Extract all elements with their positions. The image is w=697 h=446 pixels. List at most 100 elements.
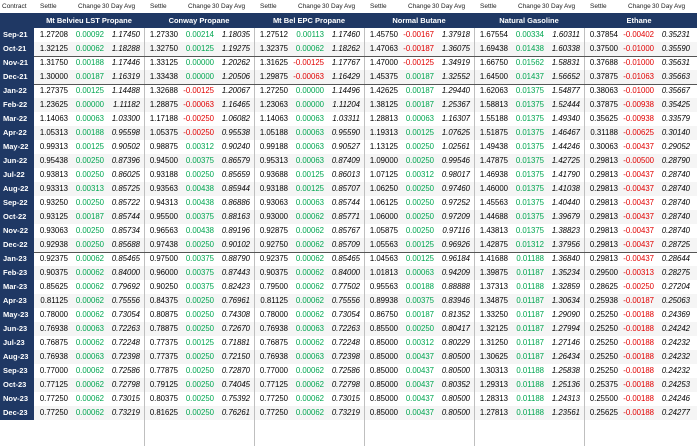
change-value: -0.00188	[623, 394, 654, 403]
avg-value: 1.20506	[221, 72, 250, 81]
avg-value: 0.24253	[661, 380, 690, 389]
change-value: 0.01187	[516, 268, 544, 277]
avg-value: 0.85709	[331, 240, 360, 249]
settle-value: 1.32125	[479, 324, 508, 333]
change-value: 0.00375	[185, 268, 214, 277]
product-header: Mt Bel EPC Propane	[272, 16, 346, 25]
contract-month: May-22	[0, 140, 34, 154]
avg-value: 1.18262	[331, 44, 360, 53]
change-value: 0.00250	[185, 394, 214, 403]
header-30day-avg: 30 Day Avg	[542, 3, 576, 10]
change-value: 0.00375	[185, 156, 214, 165]
price-table: Contract Settle Change 30 Day Avg Settle Chan…	[0, 0, 697, 446]
settle-value: 1.42875	[479, 240, 508, 249]
settle-value: 0.76875	[39, 338, 68, 347]
contract-month: Sep-22	[0, 196, 34, 210]
settle-value: 1.51875	[479, 128, 508, 137]
avg-value: 1.25367	[441, 100, 470, 109]
change-value: 0.00063	[295, 128, 324, 137]
settle-value: 1.07125	[369, 170, 398, 179]
settle-value: 0.92750	[259, 240, 288, 249]
avg-value: 0.27204	[661, 282, 690, 291]
change-value: 0.00312	[405, 170, 434, 179]
settle-value: 1.01813	[369, 268, 398, 277]
table-row: Nov-21 1.31750 0.00188 1.17446 1.33125 0.0000…	[0, 56, 697, 70]
settle-value: 0.98875	[149, 142, 178, 151]
avg-value: 0.85688	[111, 240, 140, 249]
contract-month: Aug-22	[0, 182, 34, 196]
change-value: 0.00250	[185, 366, 214, 375]
avg-value: 0.85707	[331, 184, 360, 193]
change-value: -0.00938	[623, 100, 654, 109]
header-change: Change	[628, 3, 651, 10]
settle-value: 1.47875	[479, 156, 508, 165]
change-value: 0.00334	[515, 30, 544, 39]
change-value: 0.01375	[515, 114, 544, 123]
change-value: 0.00187	[75, 212, 104, 221]
settle-value: 1.05188	[259, 128, 288, 137]
settle-value: 1.41688	[479, 254, 508, 263]
header-settle: Settle	[480, 3, 497, 10]
change-value: -0.00250	[183, 128, 214, 137]
settle-value: 0.78875	[149, 324, 178, 333]
change-value: 0.00437	[405, 366, 434, 375]
settle-value: 0.29813	[589, 212, 618, 221]
settle-value: 0.92875	[259, 226, 288, 235]
avg-value: 1.26434	[551, 352, 580, 361]
settle-value: 0.77125	[259, 380, 288, 389]
avg-value: 1.34919	[441, 58, 470, 67]
change-value: 0.00188	[405, 282, 434, 291]
avg-value: 0.95538	[221, 128, 250, 137]
settle-value: 0.77375	[149, 352, 178, 361]
change-value: 0.01375	[515, 226, 544, 235]
contract-month: Dec-22	[0, 238, 34, 252]
change-value: -0.00402	[623, 30, 654, 39]
change-value: 0.00125	[295, 184, 324, 193]
avg-value: 0.85722	[111, 198, 140, 207]
group-divider	[474, 28, 475, 446]
change-value: 0.00250	[75, 240, 104, 249]
change-value: -0.01063	[623, 72, 654, 81]
avg-value: 0.35663	[661, 72, 690, 81]
settle-value: 0.95563	[369, 282, 398, 291]
avg-value: 0.77502	[331, 282, 360, 291]
table-row: Jan-23 0.92375 0.00062 0.85465 0.97500 0.0037…	[0, 252, 697, 266]
avg-value: 1.25136	[551, 380, 580, 389]
change-value: 0.00214	[185, 30, 214, 39]
settle-value: 0.25250	[589, 366, 618, 375]
group-divider	[144, 28, 145, 446]
settle-value: 1.09000	[369, 156, 398, 165]
settle-value: 0.35625	[589, 114, 618, 123]
settle-value: 1.32375	[259, 44, 288, 53]
change-value: 0.00062	[75, 394, 104, 403]
change-value: 0.01438	[515, 44, 544, 53]
settle-value: 1.27375	[39, 86, 68, 95]
table-row: Feb-23 0.90375 0.00062 0.84000 0.96000 0.0037…	[0, 266, 697, 280]
avg-value: 0.88790	[221, 254, 250, 263]
change-value: 0.00313	[75, 184, 104, 193]
settle-value: 0.93000	[259, 212, 288, 221]
settle-value: 0.76938	[39, 352, 68, 361]
change-value: 0.00000	[185, 58, 214, 67]
settle-value: 0.85625	[39, 282, 68, 291]
settle-value: 0.37500	[589, 44, 618, 53]
avg-value: 1.35234	[551, 268, 580, 277]
settle-value: 1.47063	[369, 44, 398, 53]
avg-value: 0.95598	[111, 128, 140, 137]
settle-value: 0.77875	[149, 366, 178, 375]
header-30day-avg: 30 Day Avg	[432, 3, 466, 10]
avg-value: 1.17446	[111, 58, 140, 67]
avg-value: 1.07625	[441, 128, 470, 137]
avg-value: 1.60338	[551, 44, 580, 53]
avg-value: 1.58831	[551, 58, 580, 67]
contract-month: Jun-23	[0, 322, 34, 336]
change-value: -0.00250	[623, 282, 654, 291]
change-value: 0.00187	[405, 86, 434, 95]
change-value: 0.00063	[295, 324, 324, 333]
settle-value: 0.30063	[589, 142, 618, 151]
change-value: 0.01375	[515, 212, 544, 221]
group-divider	[254, 28, 255, 446]
settle-value: 1.45375	[369, 72, 398, 81]
avg-value: 0.87443	[221, 268, 250, 277]
settle-value: 0.37688	[589, 58, 618, 67]
